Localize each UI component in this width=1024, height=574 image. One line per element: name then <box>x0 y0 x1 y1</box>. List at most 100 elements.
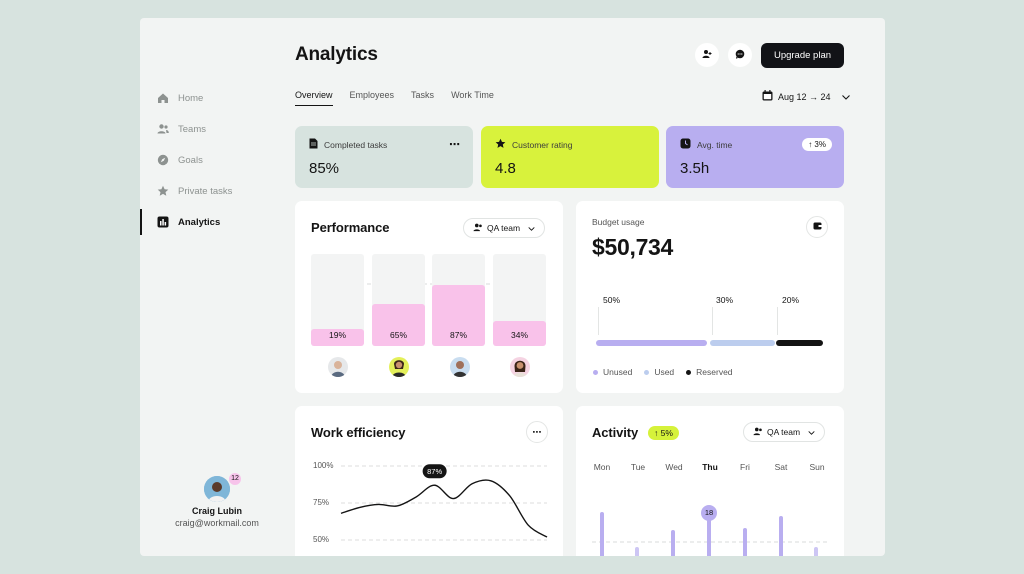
segment-bar-used <box>710 340 775 346</box>
calendar-icon <box>762 90 773 103</box>
legend-item: Unused <box>593 367 632 377</box>
segment-label-reserved: 20% <box>782 295 800 305</box>
page-title: Analytics <box>295 44 378 65</box>
bar-value-label: 87% <box>449 330 467 340</box>
activity-bar <box>671 530 675 556</box>
tab-overview[interactable]: Overview <box>295 90 333 106</box>
legend-item: Reserved <box>686 367 733 377</box>
avatar[interactable] <box>389 357 409 377</box>
performance-bar-track: 87% <box>432 254 485 346</box>
upgrade-plan-button[interactable]: Upgrade plan <box>761 43 844 68</box>
legend-item: Used <box>644 367 674 377</box>
add-user-button[interactable] <box>695 43 719 67</box>
sidebar-item-goals[interactable]: Goals <box>140 147 290 173</box>
filter-label: QA team <box>487 223 521 233</box>
day-label: Thu <box>702 462 718 472</box>
activity-bar <box>814 547 818 556</box>
users-icon <box>157 123 169 135</box>
more-options-icon[interactable]: ⋯ <box>449 138 461 151</box>
chat-icon <box>735 46 745 64</box>
chart-icon <box>157 216 169 228</box>
document-icon <box>309 138 318 151</box>
team-filter-select[interactable]: QA team <box>743 422 826 442</box>
stat-value: 3.5h <box>680 160 710 177</box>
chat-button[interactable] <box>728 43 752 67</box>
performance-bar[interactable]: 34% <box>493 321 546 346</box>
performance-bar-track: 34% <box>493 254 546 346</box>
series-line <box>340 479 548 538</box>
tab-tasks[interactable]: Tasks <box>411 90 434 106</box>
activity-value-pin: 18 <box>701 505 717 521</box>
user-email: craig@workmail.com <box>175 518 259 528</box>
date-range-picker[interactable]: Aug 12 → 24 <box>762 90 850 103</box>
budget-panel: Budget usage $50,734 50% 30% 20% Unused … <box>576 201 844 393</box>
stat-card-completed-tasks[interactable]: Completed tasks 85% ⋯ <box>295 126 473 188</box>
clock-icon <box>680 138 691 151</box>
avatar <box>204 476 230 502</box>
team-filter-select[interactable]: QA team <box>463 218 546 238</box>
activity-bar <box>779 516 783 556</box>
annotation-label: 87% <box>427 467 442 476</box>
sidebar-item-label: Teams <box>178 123 206 135</box>
users-icon <box>473 223 483 234</box>
day-label: Wed <box>665 462 683 472</box>
user-name: Craig Lubin <box>192 506 242 516</box>
segment-bar-unused <box>596 340 707 346</box>
bar-value-label: 19% <box>328 330 346 340</box>
notification-badge: 12 <box>229 473 241 485</box>
day-label: Fri <box>740 462 750 472</box>
segment-label-unused: 50% <box>603 295 621 305</box>
performance-panel: Performance QA team 19% 65% 87% 34% <box>295 201 563 393</box>
change-badge: ↑ 3% <box>802 138 832 151</box>
sidebar-item-home[interactable]: Home <box>140 85 290 111</box>
stat-card-avg-time[interactable]: Avg. time 3.5h ↑ 3% <box>666 126 844 188</box>
segment-label-used: 30% <box>716 295 734 305</box>
bar-value-label: 34% <box>510 330 528 340</box>
performance-bar[interactable]: 19% <box>311 329 364 346</box>
sidebar-item-analytics[interactable]: Analytics <box>140 209 290 235</box>
segment-bar-reserved <box>776 340 823 346</box>
wallet-button[interactable] <box>806 216 828 238</box>
app-window: Home Teams Goals Private tasks Analytics <box>140 18 885 556</box>
avatar[interactable] <box>510 357 530 377</box>
performance-bar[interactable]: 65% <box>372 304 425 346</box>
budget-legend: Unused Used Reserved <box>593 367 733 377</box>
activity-panel: Activity ↑ 5% QA team Mon Tue Wed Thu Fri Sat… <box>576 406 844 556</box>
work-efficiency-panel: Work efficiency ⋯ 100% 75% 50% 87% <box>295 406 563 556</box>
stat-card-customer-rating[interactable]: Customer rating 4.8 <box>481 126 659 188</box>
chevron-down-icon <box>841 92 850 102</box>
stat-label: Completed tasks <box>324 139 388 150</box>
sidebar: Home Teams Goals Private tasks Analytics <box>140 18 290 556</box>
add-user-icon <box>702 46 712 64</box>
wallet-icon <box>813 222 822 233</box>
change-badge: ↑ 5% <box>648 426 679 440</box>
performance-bar-track: 19% <box>311 254 364 346</box>
day-label: Sun <box>809 462 825 472</box>
stat-value: 4.8 <box>495 160 516 177</box>
sidebar-item-private-tasks[interactable]: Private tasks <box>140 178 290 204</box>
user-profile[interactable]: 12 Craig Lubin craig@workmail.com <box>162 473 272 528</box>
performance-bar[interactable]: 87% <box>432 285 485 346</box>
stat-value: 85% <box>309 160 340 177</box>
budget-value: $50,734 <box>592 234 674 260</box>
activity-bar <box>600 512 604 556</box>
activity-bar <box>635 547 639 556</box>
activity-bar <box>743 528 747 556</box>
day-label: Mon <box>593 462 611 472</box>
star-icon <box>157 185 169 197</box>
tab-employees[interactable]: Employees <box>350 90 395 106</box>
peak-annotation: 87% <box>422 464 447 479</box>
efficiency-chart: 87% <box>340 464 548 541</box>
activity-bar <box>707 518 711 556</box>
sidebar-item-label: Goals <box>178 154 203 166</box>
sidebar-item-teams[interactable]: Teams <box>140 116 290 142</box>
sidebar-item-label: Analytics <box>178 216 221 228</box>
avatar[interactable] <box>328 357 348 377</box>
chevron-down-icon <box>808 427 815 437</box>
tab-bar: Overview Employees Tasks Work Time <box>295 90 511 106</box>
avatar[interactable] <box>450 357 470 377</box>
segment-divider <box>712 307 713 335</box>
stat-label: Avg. time <box>697 139 733 150</box>
tab-work-time[interactable]: Work Time <box>451 90 494 106</box>
panel-title: Performance <box>311 220 390 235</box>
